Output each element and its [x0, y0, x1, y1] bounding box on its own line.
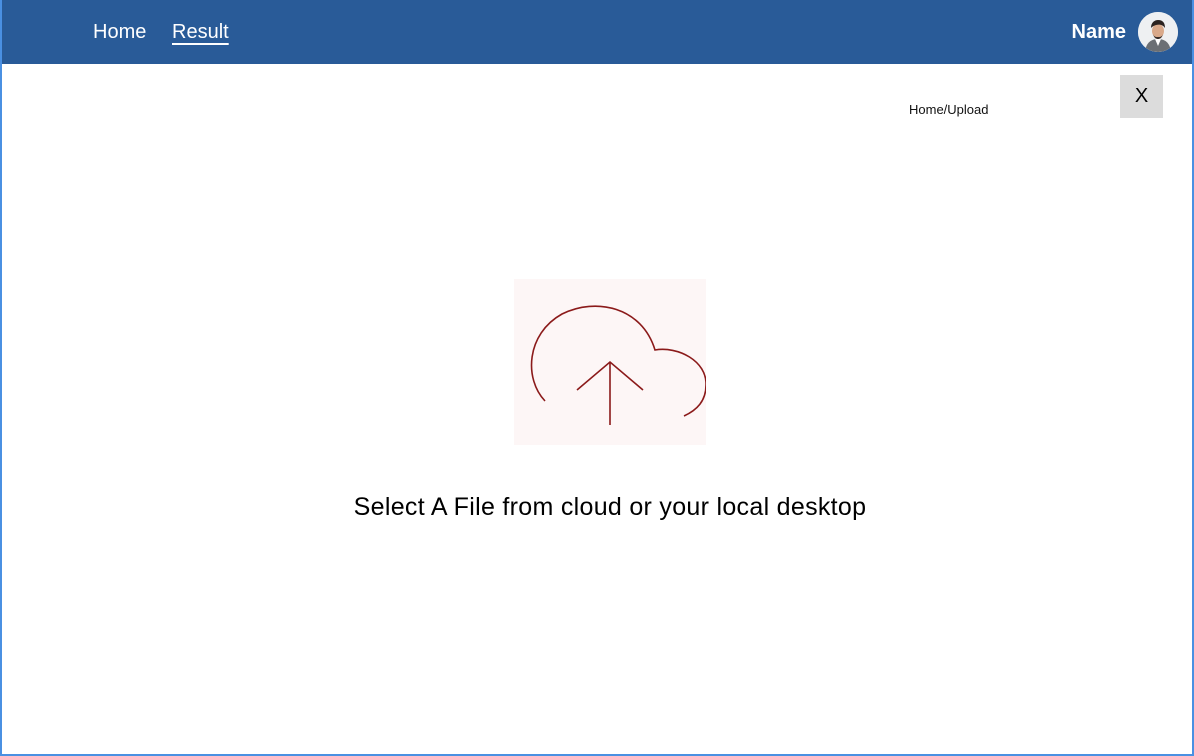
user-avatar-icon[interactable]: [1138, 12, 1178, 52]
cloud-upload-icon: [530, 305, 706, 425]
upload-dropzone[interactable]: [514, 279, 706, 445]
breadcrumb: Home/Upload: [909, 102, 989, 117]
nav-home-link[interactable]: Home: [93, 19, 146, 45]
app-window: Home Result Name Home/Upload X Select A …: [0, 0, 1194, 756]
user-name: Name: [1071, 21, 1126, 43]
nav-result-link[interactable]: Result: [172, 19, 229, 45]
top-navigation-bar: Home Result Name: [2, 0, 1192, 64]
close-button[interactable]: X: [1120, 75, 1163, 118]
upload-prompt: Select A File from cloud or your local d…: [353, 493, 867, 521]
